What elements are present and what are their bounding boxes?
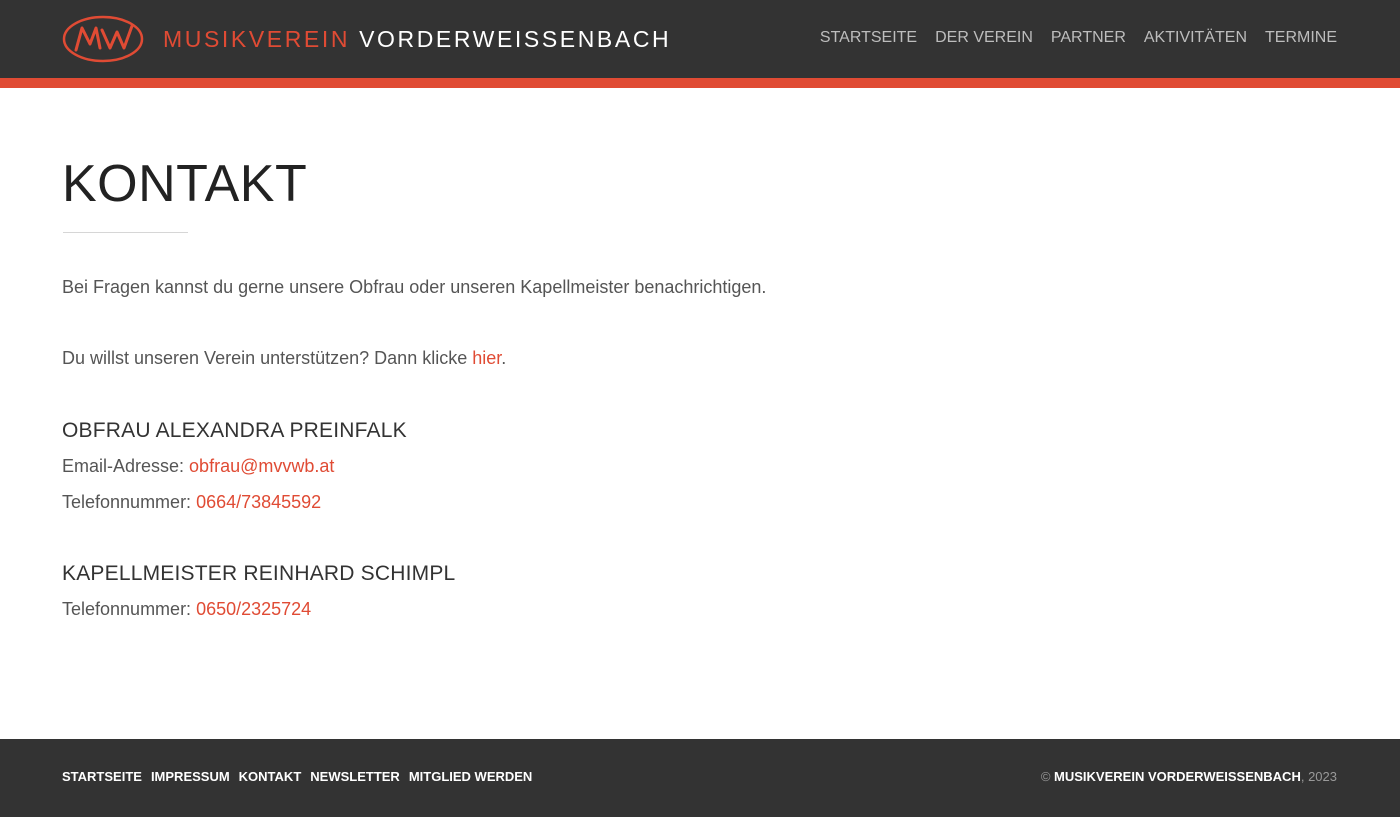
phone-label: Telefonnummer:: [62, 492, 197, 512]
site-brand[interactable]: MUSIKVEREIN VORDERWEISSENBACH: [163, 24, 671, 54]
header-accent-stripe: [0, 78, 1400, 88]
logo-icon[interactable]: [62, 14, 144, 64]
intro-text: Bei Fragen kannst du gerne unsere Obfrau…: [62, 277, 767, 297]
footer-link-newsletter[interactable]: NEWSLETTER: [310, 769, 400, 785]
contact-heading-kapellmeister: KAPELLMEISTER REINHARD SCHIMPL: [62, 562, 456, 585]
nav-item-der-verein[interactable]: DER VEREIN: [935, 28, 1033, 48]
contact-heading-obfrau: OBFRAU ALEXANDRA PREINFALK: [62, 419, 407, 442]
main-nav: STARTSEITE DER VEREIN PARTNER AKTIVITÄTE…: [820, 28, 1337, 48]
nav-item-aktivitaeten[interactable]: AKTIVITÄTEN: [1144, 28, 1247, 48]
support-end: .: [501, 348, 507, 368]
footer-link-startseite[interactable]: STARTSEITE: [62, 769, 142, 785]
brand-part2: VORDERWEISSENBACH: [359, 26, 672, 52]
support-text: Du willst unseren Verein unterstützen? D…: [62, 348, 473, 368]
site-footer: STARTSEITE IMPRESSUM KONTAKT NEWSLETTER …: [0, 739, 1400, 817]
nav-item-termine[interactable]: TERMINE: [1265, 28, 1337, 48]
email-label: Email-Adresse:: [62, 456, 190, 476]
brand-part1: MUSIKVEREIN: [163, 26, 351, 52]
copyright: © MUSIKVEREIN VORDERWEISSENBACH, 2023: [1041, 769, 1337, 785]
contact-email-row: Email-Adresse: obfrau@mvvwb.at: [62, 454, 334, 478]
phone-label: Telefonnummer:: [62, 599, 197, 619]
page-title: KONTAKT: [62, 155, 308, 213]
nav-item-startseite[interactable]: STARTSEITE: [820, 28, 917, 48]
email-link[interactable]: obfrau@mvvwb.at: [189, 456, 334, 476]
phone-link-obfrau[interactable]: 0664/73845592: [196, 492, 321, 512]
footer-link-impressum[interactable]: IMPRESSUM: [151, 769, 230, 785]
copyright-org-link[interactable]: MUSIKVEREIN VORDERWEISSENBACH: [1054, 769, 1301, 784]
contact-phone-row-kapellmeister: Telefonnummer: 0650/2325724: [62, 597, 311, 621]
copyright-year: , 2023: [1300, 769, 1337, 784]
site-header: MUSIKVEREIN VORDERWEISSENBACH STARTSEITE…: [0, 0, 1400, 78]
footer-link-kontakt[interactable]: KONTAKT: [239, 769, 302, 785]
contact-phone-row-obfrau: Telefonnummer: 0664/73845592: [62, 490, 321, 514]
footer-link-mitglied-werden[interactable]: MITGLIED WERDEN: [409, 769, 533, 785]
support-paragraph: Du willst unseren Verein unterstützen? D…: [62, 346, 506, 370]
title-divider: [63, 232, 188, 233]
nav-item-partner[interactable]: PARTNER: [1051, 28, 1126, 48]
support-link[interactable]: hier: [472, 348, 501, 368]
copyright-symbol: ©: [1040, 769, 1055, 784]
phone-link-kapellmeister[interactable]: 0650/2325724: [196, 599, 311, 619]
footer-nav: STARTSEITE IMPRESSUM KONTAKT NEWSLETTER …: [62, 769, 532, 785]
